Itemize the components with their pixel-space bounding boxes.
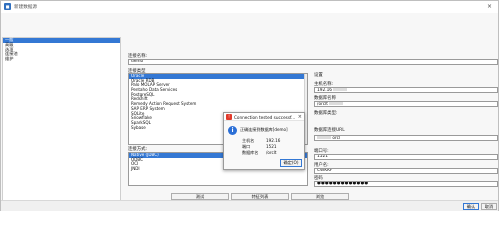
title-bar: ■ 新建数据源 × — [1, 1, 498, 13]
dialog-port-value: 1521 — [266, 144, 277, 149]
password-input[interactable]: ●●●●●●●●●●●●● — [314, 181, 498, 187]
connection-name-input[interactable]: demo — [128, 59, 498, 65]
test-button[interactable]: 测试 — [171, 193, 229, 200]
username-input[interactable]: CWKKF — [314, 168, 498, 174]
host-value: 192.16 — [317, 88, 333, 93]
cancel-button[interactable]: 取消 — [481, 203, 497, 210]
url-input[interactable]: orcl — [314, 135, 498, 141]
info-icon: i — [228, 126, 237, 135]
dialog-db-value: /orclt — [266, 150, 277, 155]
feature-list-button[interactable]: 特征列表 — [231, 193, 289, 200]
bottom-bar: 确认 取消 — [1, 200, 498, 211]
settings-nav-list: 一般 高级 选项 连接池 维护 — [2, 37, 121, 211]
database-name-input[interactable]: /orclt — [314, 101, 498, 107]
ok-button[interactable]: 确认 — [463, 203, 479, 210]
window-title: 新建数据源 — [14, 5, 37, 10]
browse-button[interactable]: 浏览 — [291, 193, 349, 200]
dialog-host-value: 192.16 — [266, 138, 281, 143]
app-icon: ■ — [4, 3, 11, 10]
redacted-mark — [317, 136, 331, 139]
redacted-mark — [329, 102, 344, 105]
new-datasource-window: ■ 新建数据源 × 一般 高级 选项 连接池 维护 连接名称: demo 连接类… — [0, 0, 499, 211]
database-name-value: /orclt — [317, 102, 328, 107]
close-icon[interactable]: × — [487, 3, 492, 10]
connection-test-dialog: ! Connection tested successf... × i 正确连接… — [223, 112, 305, 170]
url-value: orcl — [332, 136, 341, 141]
dialog-db-label: 数据库名 — [242, 150, 259, 155]
redacted-mark — [333, 88, 348, 91]
dialog-message: 正确连接到数据库[demo] — [240, 127, 288, 132]
app-error-icon: ! — [226, 114, 232, 120]
dialog-title: Connection tested successf... — [234, 115, 296, 120]
close-icon[interactable]: × — [298, 114, 302, 120]
dialog-title-bar: ! Connection tested successf... × — [224, 113, 304, 121]
nav-item-maintenance[interactable]: 维护 — [3, 56, 120, 62]
url-label: 数据库连接URL — [314, 128, 345, 133]
port-input[interactable]: 1521 — [314, 154, 498, 160]
dialog-ok-button[interactable]: 确定(O) — [280, 159, 302, 167]
settings-label: 设置 — [314, 73, 323, 78]
host-input[interactable]: 192.16 — [314, 87, 498, 93]
database-type-label: 数据库类型: — [314, 111, 338, 116]
